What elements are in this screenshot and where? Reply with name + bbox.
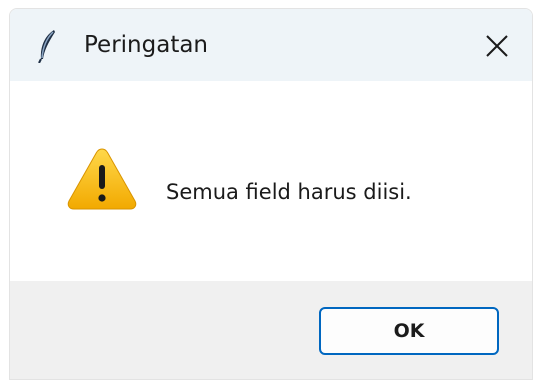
close-icon[interactable]: [482, 31, 512, 61]
dialog-content: Semua field harus diisi.: [10, 81, 532, 281]
dialog-message: Semua field harus diisi.: [166, 180, 412, 204]
titlebar[interactable]: Peringatan: [10, 9, 532, 81]
dialog-footer: OK: [10, 281, 532, 379]
message-dialog: Peringatan Semua field harus diisi. OK: [9, 8, 533, 380]
feather-icon: [36, 29, 58, 64]
window-title: Peringatan: [84, 32, 209, 58]
warning-icon: [66, 145, 138, 213]
ok-button[interactable]: OK: [319, 307, 499, 355]
